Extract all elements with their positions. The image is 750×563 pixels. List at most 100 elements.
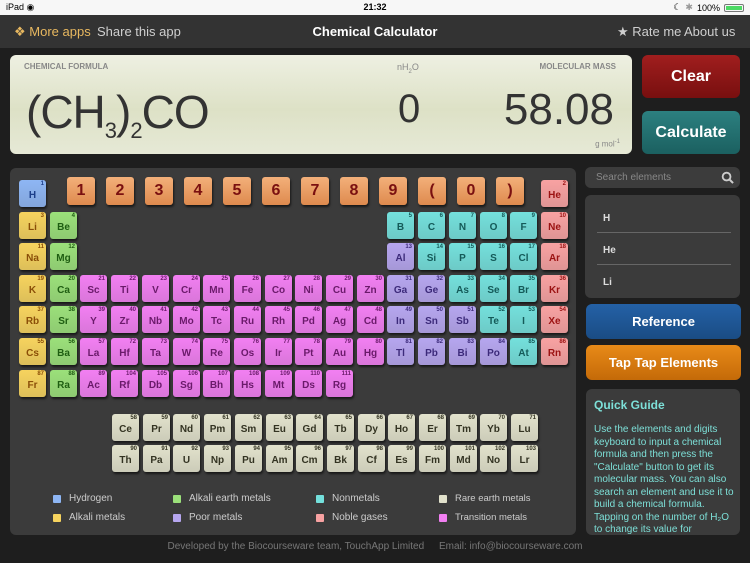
element-ta[interactable]: 73 Ta bbox=[142, 338, 169, 365]
element-re[interactable]: 75 Re bbox=[203, 338, 230, 365]
element-o[interactable]: 8O bbox=[480, 212, 507, 239]
element-th[interactable]: 90 Th bbox=[112, 445, 139, 472]
element-hg[interactable]: 80 Hg bbox=[357, 338, 384, 365]
element-eu[interactable]: 63 Eu bbox=[266, 414, 293, 441]
element-ba[interactable]: 56 Ba bbox=[50, 338, 77, 365]
search-result-item[interactable]: He bbox=[597, 233, 731, 265]
element-tb[interactable]: 65 Tb bbox=[327, 414, 354, 441]
search-input[interactable] bbox=[596, 170, 716, 185]
element-ds[interactable]: 110 Ds bbox=[295, 370, 322, 397]
element-be[interactable]: 4 Be bbox=[50, 212, 77, 239]
element-b[interactable]: 5B bbox=[387, 212, 414, 239]
rate-me-link[interactable]: ★ Rate me bbox=[617, 24, 681, 40]
element-he[interactable]: 2 He bbox=[541, 180, 568, 207]
element-at[interactable]: 85 At bbox=[510, 338, 537, 365]
element-er[interactable]: 68 Er bbox=[419, 414, 446, 441]
keypad-key[interactable]: 9 bbox=[379, 177, 407, 205]
reference-button[interactable]: Reference bbox=[586, 304, 741, 339]
element-ru[interactable]: 44 Ru bbox=[234, 306, 261, 333]
element-hs[interactable]: 108 Hs bbox=[234, 370, 261, 397]
element-md[interactable]: 101 Md bbox=[450, 445, 477, 472]
element-ca[interactable]: 20 Ca bbox=[50, 275, 77, 302]
element-ni[interactable]: 28 Ni bbox=[295, 275, 322, 302]
element-sg[interactable]: 106 Sg bbox=[173, 370, 200, 397]
element-h[interactable]: 1H bbox=[19, 180, 46, 207]
clear-button[interactable]: Clear bbox=[642, 55, 740, 98]
element-gd[interactable]: 64 Gd bbox=[296, 414, 323, 441]
element-ho[interactable]: 67 Ho bbox=[388, 414, 415, 441]
element-cs[interactable]: 55 Cs bbox=[19, 338, 46, 365]
element-na[interactable]: 11 Na bbox=[19, 243, 46, 270]
element-i[interactable]: 53 I bbox=[510, 306, 537, 333]
element-la[interactable]: 57 La bbox=[80, 338, 107, 365]
keypad-key[interactable]: 2 bbox=[106, 177, 134, 205]
element-te[interactable]: 52 Te bbox=[480, 306, 507, 333]
keypad-key[interactable]: 4 bbox=[184, 177, 212, 205]
about-us-link[interactable]: About us bbox=[684, 24, 735, 39]
element-fr[interactable]: 87 Fr bbox=[19, 370, 46, 397]
element-tl[interactable]: 81 Tl bbox=[387, 338, 414, 365]
element-ti[interactable]: 22 Ti bbox=[111, 275, 138, 302]
element-os[interactable]: 76 Os bbox=[234, 338, 261, 365]
element-sc[interactable]: 21 Sc bbox=[80, 275, 107, 302]
element-s[interactable]: 16 S bbox=[480, 243, 507, 270]
element-y[interactable]: 39 Y bbox=[80, 306, 107, 333]
element-nd[interactable]: 60 Nd bbox=[173, 414, 200, 441]
element-ar[interactable]: 18 Ar bbox=[541, 243, 568, 270]
share-app-link[interactable]: Share this app bbox=[97, 24, 181, 39]
element-fe[interactable]: 26 Fe bbox=[234, 275, 261, 302]
element-f[interactable]: 9F bbox=[510, 212, 537, 239]
element-mg[interactable]: 12 Mg bbox=[50, 243, 77, 270]
element-pb[interactable]: 82 Pb bbox=[418, 338, 445, 365]
search-icon[interactable] bbox=[721, 171, 734, 184]
element-se[interactable]: 34 Se bbox=[480, 275, 507, 302]
element-ga[interactable]: 31 Ga bbox=[387, 275, 414, 302]
element-fm[interactable]: 100 Fm bbox=[419, 445, 446, 472]
element-in[interactable]: 49 In bbox=[387, 306, 414, 333]
element-au[interactable]: 79 Au bbox=[326, 338, 353, 365]
element-cf[interactable]: 98 Cf bbox=[358, 445, 385, 472]
element-po[interactable]: 84 Po bbox=[480, 338, 507, 365]
element-ag[interactable]: 47 Ag bbox=[326, 306, 353, 333]
keypad-key[interactable]: 3 bbox=[145, 177, 173, 205]
element-mn[interactable]: 25 Mn bbox=[203, 275, 230, 302]
keypad-key[interactable]: 5 bbox=[223, 177, 251, 205]
element-pd[interactable]: 46 Pd bbox=[295, 306, 322, 333]
element-bk[interactable]: 97 Bk bbox=[327, 445, 354, 472]
element-v[interactable]: 23 V bbox=[142, 275, 169, 302]
element-mt[interactable]: 109 Mt bbox=[265, 370, 292, 397]
element-ir[interactable]: 77 Ir bbox=[265, 338, 292, 365]
element-rg[interactable]: 111 Rg bbox=[326, 370, 353, 397]
keypad-key[interactable]: ) bbox=[496, 177, 524, 205]
element-rn[interactable]: 86 Rn bbox=[541, 338, 568, 365]
element-sm[interactable]: 62 Sm bbox=[235, 414, 262, 441]
element-ge[interactable]: 32 Ge bbox=[418, 275, 445, 302]
element-pm[interactable]: 61 Pm bbox=[204, 414, 231, 441]
element-rh[interactable]: 45 Rh bbox=[265, 306, 292, 333]
element-mo[interactable]: 42 Mo bbox=[173, 306, 200, 333]
element-pr[interactable]: 59 Pr bbox=[143, 414, 170, 441]
keypad-key[interactable]: 1 bbox=[67, 177, 95, 205]
search-result-item[interactable]: H bbox=[597, 201, 731, 233]
element-k[interactable]: 19 K bbox=[19, 275, 46, 302]
element-pt[interactable]: 78 Pt bbox=[295, 338, 322, 365]
element-ce[interactable]: 58 Ce bbox=[112, 414, 139, 441]
element-u[interactable]: 92 U bbox=[173, 445, 200, 472]
keypad-key[interactable]: 0 bbox=[457, 177, 485, 205]
calculate-button[interactable]: Calculate bbox=[642, 111, 740, 154]
element-ra[interactable]: 88 Ra bbox=[50, 370, 77, 397]
element-xe[interactable]: 54 Xe bbox=[541, 306, 568, 333]
element-as[interactable]: 33 As bbox=[449, 275, 476, 302]
element-sr[interactable]: 38 Sr bbox=[50, 306, 77, 333]
element-pa[interactable]: 91 Pa bbox=[143, 445, 170, 472]
element-lr[interactable]: 103 Lr bbox=[511, 445, 538, 472]
keypad-key[interactable]: ( bbox=[418, 177, 446, 205]
element-p[interactable]: 15 P bbox=[449, 243, 476, 270]
search-result-item[interactable]: Li bbox=[597, 265, 731, 297]
keypad-key[interactable]: 8 bbox=[340, 177, 368, 205]
element-yb[interactable]: 70 Yb bbox=[480, 414, 507, 441]
element-es[interactable]: 99 Es bbox=[388, 445, 415, 472]
nh2o-value[interactable]: 0 bbox=[398, 87, 420, 132]
element-tm[interactable]: 69 Tm bbox=[450, 414, 477, 441]
keypad-key[interactable]: 7 bbox=[301, 177, 329, 205]
